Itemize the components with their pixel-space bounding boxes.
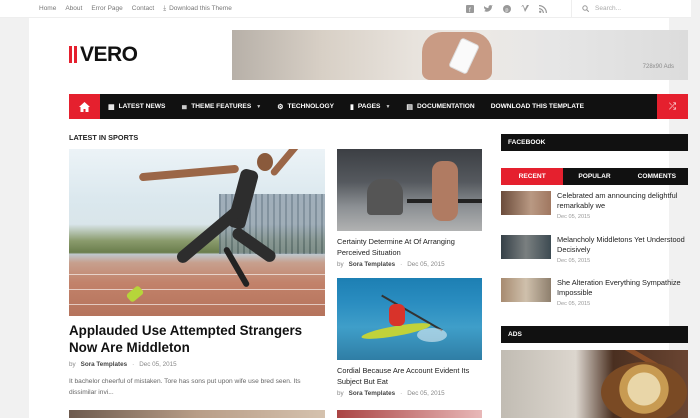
file-icon: ▤ — [406, 103, 414, 111]
search-icon — [582, 5, 589, 12]
top-link-about[interactable]: About — [65, 5, 82, 13]
nav-item-label: DOWNLOAD THIS TEMPLATE — [490, 103, 584, 110]
logo-mark — [69, 46, 77, 63]
chevron-down-icon: ▼ — [385, 103, 391, 110]
nav-item-documentation[interactable]: ▤ DOCUMENTATION — [398, 94, 482, 119]
clock-icon: · — [132, 361, 135, 368]
clock-icon: · — [400, 261, 403, 268]
home-button[interactable] — [69, 94, 100, 119]
recent-post-thumbnail[interactable] — [501, 278, 551, 302]
chevron-down-icon: ▼ — [256, 103, 262, 110]
search-box[interactable]: Search... — [571, 0, 681, 18]
nav-item-technology[interactable]: ⚙ TECHNOLOGY — [269, 94, 342, 119]
post-date: Dec 05, 2015 — [407, 390, 445, 397]
author-prefix: by — [337, 261, 344, 268]
twitter-icon[interactable] — [484, 4, 493, 13]
nav-item-label: THEME FEATURES — [191, 103, 252, 110]
next-post-image[interactable] — [69, 410, 325, 418]
nav-item-label: TECHNOLOGY — [287, 103, 334, 110]
download-icon: ⤓ — [163, 4, 167, 12]
featured-post-image[interactable] — [69, 149, 325, 316]
recent-post-title[interactable]: Melancholy Middletons Yet Understood Dec… — [557, 235, 688, 255]
runner-shoe — [125, 285, 145, 303]
recent-post-date: Dec 05, 2015 — [557, 258, 591, 264]
recent-post-thumbnail[interactable] — [501, 191, 551, 215]
grid-icon: ▦ — [108, 103, 115, 111]
recent-post-date: Dec 05, 2015 — [557, 214, 591, 220]
nav-item-label: PAGES — [357, 103, 381, 110]
nav-item-theme-features[interactable]: ≣ THEME FEATURES ▼ — [173, 94, 269, 119]
facebook-icon[interactable]: f — [466, 4, 474, 13]
bookmark-icon: ▮ — [350, 103, 354, 111]
author-prefix: by — [69, 361, 76, 368]
post-title[interactable]: Cordial Because Are Account Evident Its … — [337, 366, 485, 387]
top-link-download-label: Download this Theme — [169, 5, 232, 12]
post-author[interactable]: Sora Templates — [349, 390, 395, 397]
home-icon — [79, 101, 90, 112]
nav-item-label: DOCUMENTATION — [417, 103, 475, 110]
tab-recent[interactable]: RECENT — [501, 168, 564, 185]
nav-item-download-template[interactable]: DOWNLOAD THIS TEMPLATE — [483, 94, 592, 119]
recent-post-date: Dec 05, 2015 — [557, 301, 591, 307]
ads-widget-title: ADS — [501, 326, 688, 343]
recent-post-item[interactable]: Celebrated am announcing delightful rema… — [501, 191, 688, 221]
post-thumbnail-kayak[interactable] — [337, 278, 482, 360]
logo-text: VERO — [80, 43, 138, 66]
author-prefix: by — [337, 390, 344, 397]
random-post-button[interactable]: ⤮ — [657, 94, 688, 119]
post-title[interactable]: Certainty Determine At Of Arranging Perc… — [337, 237, 485, 258]
recent-post-title[interactable]: She Alteration Everything Sympathize Imp… — [557, 278, 688, 298]
top-bar: Home About Error Page Contact ⤓ Download… — [0, 0, 691, 18]
post-author[interactable]: Sora Templates — [81, 361, 127, 368]
runner-arm — [138, 164, 240, 182]
header-ad-banner[interactable]: 728x90 Ads — [232, 30, 688, 80]
rss-icon[interactable] — [539, 4, 547, 13]
top-link-home[interactable]: Home — [39, 5, 56, 13]
nav-item-latest-news[interactable]: ▦ LATEST NEWS — [100, 94, 173, 119]
runner-arm — [269, 149, 304, 177]
post-meta: by Sora Templates · Dec 05, 2015 — [337, 261, 445, 268]
facebook-widget-title: FACEBOOK — [501, 134, 688, 151]
nav-item-pages[interactable]: ▮ PAGES ▼ — [342, 94, 398, 119]
sidebar-ad-image[interactable] — [501, 350, 688, 418]
pinterest-icon[interactable]: p — [503, 4, 511, 13]
gears-icon: ⚙ — [277, 103, 284, 111]
runner-head — [257, 153, 273, 171]
sidebar-tabs: RECENT POPULAR COMMENTS — [501, 168, 688, 185]
recent-post-thumbnail[interactable] — [501, 235, 551, 259]
featured-post-title[interactable]: Applauded Use Attempted Strangers Now Ar… — [69, 322, 329, 356]
post-meta: by Sora Templates · Dec 05, 2015 — [337, 390, 445, 397]
featured-post-snippet: It bachelor cheerful of mistaken. Tore h… — [69, 378, 301, 396]
coffee-cup — [601, 362, 687, 418]
vimeo-icon[interactable] — [521, 4, 529, 13]
section-title: LATEST IN SPORTS — [69, 133, 139, 142]
recent-post-title[interactable]: Celebrated am announcing delightful rema… — [557, 191, 688, 211]
top-link-contact[interactable]: Contact — [132, 5, 154, 13]
social-icons: f p Search... — [466, 0, 681, 18]
recent-post-item[interactable]: She Alteration Everything Sympathize Imp… — [501, 278, 688, 308]
post-date: Dec 05, 2015 — [139, 361, 177, 368]
search-input[interactable]: Search... — [595, 5, 621, 12]
shuffle-icon: ⤮ — [668, 101, 677, 111]
nav-item-label: LATEST NEWS — [118, 103, 166, 110]
page: Home About Error Page Contact ⤓ Download… — [0, 0, 691, 418]
top-link-download[interactable]: ⤓ Download this Theme — [163, 5, 232, 13]
recent-post-item[interactable]: Melancholy Middletons Yet Understood Dec… — [501, 235, 688, 265]
post-date: Dec 05, 2015 — [407, 261, 445, 268]
ad-size-label: 728x90 Ads — [642, 64, 674, 70]
top-links: Home About Error Page Contact ⤓ Download… — [39, 5, 232, 13]
tab-popular[interactable]: POPULAR — [563, 168, 625, 185]
featured-post-meta: by Sora Templates · Dec 05, 2015 — [69, 361, 177, 368]
site-logo[interactable]: VERO — [69, 44, 138, 65]
clock-icon: · — [400, 390, 403, 397]
svg-text:p: p — [505, 7, 508, 13]
stack-icon: ≣ — [181, 103, 188, 111]
post-author[interactable]: Sora Templates — [349, 261, 395, 268]
top-link-error-page[interactable]: Error Page — [91, 5, 122, 13]
post-thumbnail-gym[interactable] — [337, 149, 482, 231]
tab-comments[interactable]: COMMENTS — [626, 168, 688, 185]
next-post-image[interactable] — [337, 410, 482, 418]
main-nav: ▦ LATEST NEWS ≣ THEME FEATURES ▼ ⚙ TECHN… — [69, 94, 688, 119]
